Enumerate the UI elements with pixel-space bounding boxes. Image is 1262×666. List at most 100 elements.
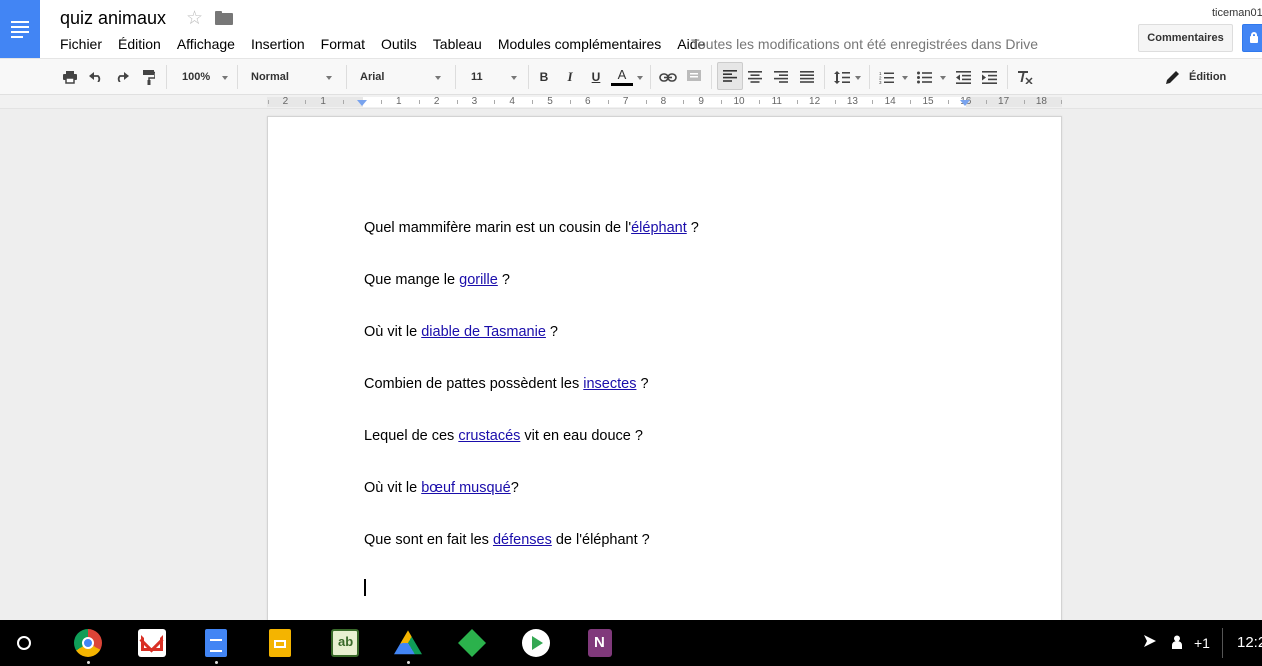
ruler-number: 13 [846, 96, 858, 107]
menu-tableau[interactable]: Tableau [433, 36, 482, 52]
ruler-tick [910, 100, 912, 104]
paragraph-text: Que sont en fait les [364, 532, 493, 548]
paragraph[interactable]: Que mange le gorille ? [364, 272, 510, 288]
print-icon[interactable] [60, 59, 80, 95]
menu-modules[interactable]: Modules complémentaires [498, 36, 661, 52]
share-button[interactable] [1242, 24, 1262, 52]
onenote-icon[interactable] [588, 629, 612, 657]
ruler-tick [645, 100, 647, 104]
ruler-number: 7 [622, 96, 629, 107]
italic-button[interactable]: I [562, 59, 578, 95]
paragraph-text: Combien de pattes possèdent les [364, 376, 584, 392]
hyperlink[interactable]: crustacés [458, 428, 520, 444]
chrome-icon[interactable] [74, 629, 102, 657]
text-color-button[interactable]: A [611, 59, 633, 95]
ruler-number: 2 [433, 96, 440, 107]
link-icon[interactable] [658, 59, 678, 95]
redo-icon[interactable] [112, 59, 132, 95]
geogebra-icon[interactable] [331, 629, 359, 657]
chevron-down-icon [326, 76, 332, 80]
hyperlink[interactable]: bœuf musqué [421, 480, 510, 496]
docs-home-icon[interactable] [0, 0, 40, 58]
user-icon[interactable] [1172, 635, 1182, 652]
align-right-button[interactable] [771, 59, 791, 95]
launcher-icon[interactable] [17, 636, 31, 650]
justify-button[interactable] [797, 59, 817, 95]
hyperlink[interactable]: insectes [583, 376, 636, 392]
ruler-number: 14 [884, 96, 896, 107]
notification-count[interactable]: +1 [1194, 635, 1210, 651]
system-clock[interactable]: 12:2 [1237, 634, 1262, 651]
hyperlink[interactable]: éléphant [631, 220, 687, 236]
paragraph[interactable]: Quel mammifère marin est un cousin de l'… [364, 220, 699, 236]
paragraph-text: Que mange le [364, 272, 460, 288]
paragraph-text: ? [686, 220, 699, 236]
menu-affichage[interactable]: Affichage [177, 36, 235, 52]
underline-button[interactable]: U [588, 59, 604, 95]
menu-insertion[interactable]: Insertion [251, 36, 305, 52]
paragraph[interactable]: Lequel de ces crustacés vit en eau douce… [364, 428, 643, 444]
menu-outils[interactable]: Outils [381, 36, 417, 52]
font-select[interactable]: Arial [360, 59, 384, 95]
folder-icon[interactable] [215, 11, 233, 25]
paragraph-text: Quel mammifère marin est un cousin de l' [364, 220, 632, 236]
font-size-select[interactable]: 11 [471, 59, 483, 95]
ruler-tick [1023, 100, 1025, 104]
user-account[interactable]: ticeman01 [1212, 7, 1262, 19]
line-spacing-icon[interactable] [832, 59, 852, 95]
comment-icon[interactable] [684, 59, 704, 95]
menu-fichier[interactable]: Fichier [60, 36, 102, 52]
ruler-number: 1 [320, 96, 326, 107]
save-status[interactable]: Toutes les modifications ont été enregis… [691, 36, 1038, 52]
gmail-icon[interactable] [138, 629, 166, 657]
document-page[interactable]: Quel mammifère marin est un cousin de l'… [267, 116, 1062, 636]
ruler-tick [418, 100, 420, 104]
bold-button[interactable]: B [536, 59, 552, 95]
bulleted-list-icon[interactable] [914, 59, 934, 95]
menu-format[interactable]: Format [321, 36, 365, 52]
increase-indent-icon[interactable] [979, 59, 999, 95]
ruler-tick [267, 100, 269, 104]
style-select[interactable]: Normal [251, 59, 289, 95]
paragraph-text: ? [497, 272, 510, 288]
ruler-tick [343, 100, 345, 104]
paragraph[interactable]: Où vit le bœuf musqué? [364, 480, 519, 496]
ruler-number: 1 [396, 96, 402, 107]
ruler-number: 9 [698, 96, 704, 107]
star-icon[interactable]: ☆ [186, 7, 203, 30]
clear-formatting-icon[interactable] [1015, 59, 1035, 95]
paragraph[interactable]: Que sont en fait les défenses de l'éléph… [364, 532, 650, 548]
ruler-number: 6 [585, 96, 591, 107]
decrease-indent-icon[interactable] [953, 59, 973, 95]
paint-format-icon[interactable] [139, 59, 159, 95]
google-slides-icon[interactable] [269, 629, 291, 657]
align-center-button[interactable] [745, 59, 765, 95]
play-store-icon[interactable] [522, 629, 550, 657]
undo-icon[interactable] [86, 59, 106, 95]
ruler-number: 18 [1035, 96, 1047, 107]
ruler-tick [1061, 100, 1063, 104]
document-title[interactable]: quiz animaux [60, 8, 166, 29]
editing-mode-button[interactable]: Édition [1166, 59, 1226, 95]
numbered-list-icon[interactable]: 123 [876, 59, 896, 95]
zoom-select[interactable]: 100% [182, 59, 210, 95]
hyperlink[interactable]: défenses [493, 532, 552, 548]
hyperlink[interactable]: diable de Tasmanie [421, 324, 546, 340]
header: quiz animaux ☆ Fichier Édition Affichage… [0, 0, 1262, 58]
feedly-icon[interactable] [458, 629, 486, 657]
left-indent-marker[interactable] [357, 100, 367, 106]
google-docs-icon[interactable] [205, 629, 227, 657]
cast-icon[interactable] [1144, 635, 1158, 650]
menu-edition[interactable]: Édition [118, 36, 161, 52]
google-drive-icon[interactable] [394, 630, 422, 655]
ruler-tick [758, 100, 760, 104]
paragraph[interactable]: Où vit le diable de Tasmanie ? [364, 324, 558, 340]
menubar: Fichier Édition Affichage Insertion Form… [60, 36, 721, 52]
align-left-button[interactable] [717, 62, 743, 90]
comments-button[interactable]: Commentaires [1138, 24, 1233, 52]
right-indent-marker[interactable] [960, 100, 970, 106]
paragraph[interactable]: Combien de pattes possèdent les insectes… [364, 376, 649, 392]
ruler-tick [947, 100, 949, 104]
ruler-number: 8 [660, 96, 667, 107]
hyperlink[interactable]: gorille [459, 272, 498, 288]
